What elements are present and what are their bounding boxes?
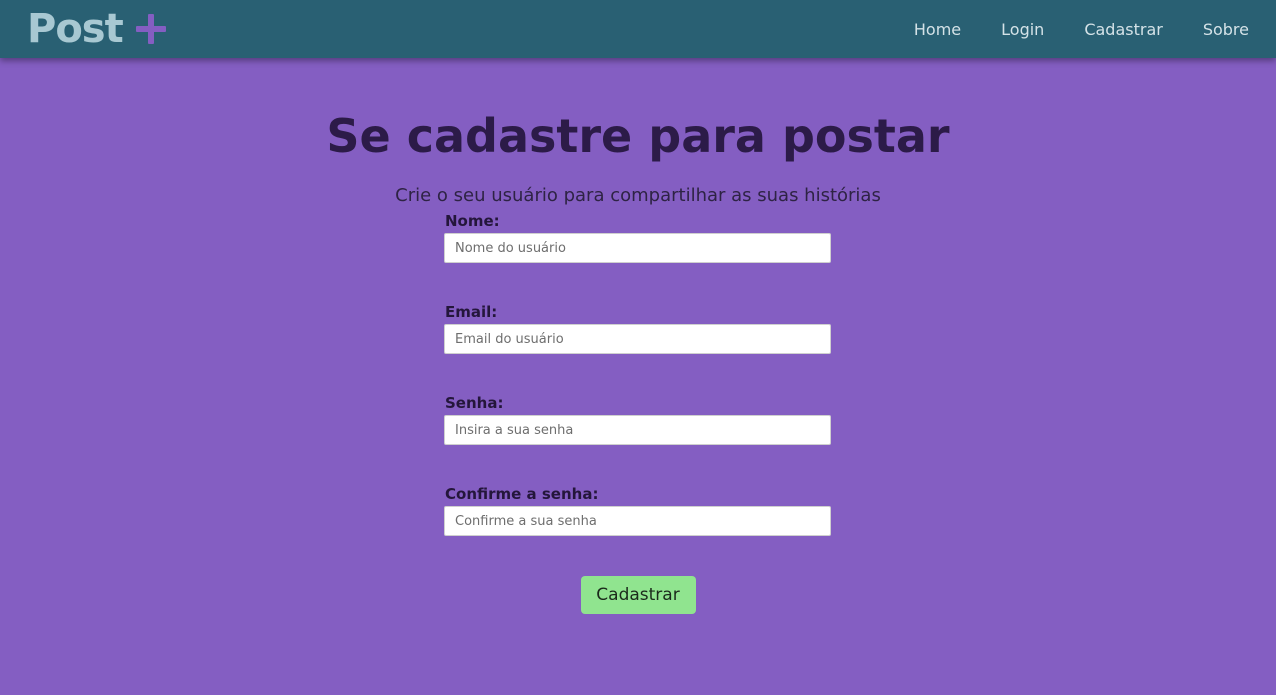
name-input[interactable] — [444, 233, 831, 263]
password-field-group: Senha: — [444, 394, 832, 445]
name-label: Nome: — [445, 212, 500, 230]
nav-link-cadastrar[interactable]: Cadastrar — [1084, 20, 1163, 39]
plus-icon — [135, 14, 166, 44]
name-field-group: Nome: — [444, 212, 832, 263]
confirm-password-label: Confirme a senha: — [445, 485, 599, 503]
nav-link-login[interactable]: Login — [1001, 20, 1044, 39]
nav-links: Home Login Cadastrar Sobre — [914, 20, 1249, 39]
confirm-password-input[interactable] — [444, 506, 831, 536]
email-label: Email: — [445, 303, 498, 321]
submit-wrap: Cadastrar — [444, 576, 832, 614]
signup-form: Nome: Email: Senha: Confirme a senha: Ca… — [444, 212, 832, 614]
logo[interactable]: Post — [27, 0, 166, 58]
nav-link-home[interactable]: Home — [914, 20, 961, 39]
password-label: Senha: — [445, 394, 504, 412]
email-field-group: Email: — [444, 303, 832, 354]
password-input[interactable] — [444, 415, 831, 445]
confirm-password-field-group: Confirme a senha: — [444, 485, 832, 536]
page-title: Se cadastre para postar — [326, 109, 950, 163]
submit-button[interactable]: Cadastrar — [580, 576, 696, 614]
main-content: Se cadastre para postar Crie o seu usuár… — [0, 58, 1276, 614]
logo-text: Post — [27, 6, 124, 52]
email-input[interactable] — [444, 324, 831, 354]
navbar: Post Home Login Cadastrar Sobre — [0, 0, 1276, 58]
nav-link-sobre[interactable]: Sobre — [1203, 20, 1249, 39]
page-subtitle: Crie o seu usuário para compartilhar as … — [395, 185, 881, 206]
